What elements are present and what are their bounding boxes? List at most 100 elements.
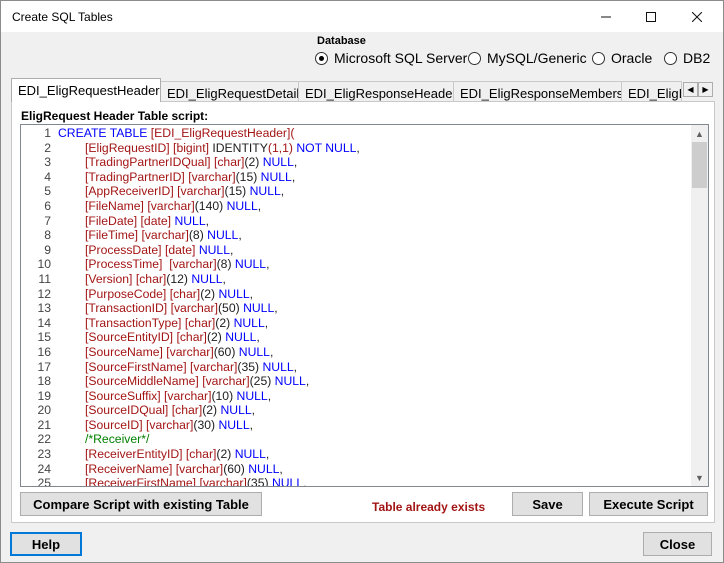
execute-script-button[interactable]: Execute Script bbox=[589, 492, 708, 516]
code-token: NULL bbox=[262, 359, 294, 374]
line-number: 6 bbox=[44, 198, 51, 213]
line-number: 17 bbox=[37, 359, 51, 374]
code-token: , bbox=[291, 169, 296, 184]
code-token: [varchar] bbox=[147, 198, 195, 213]
code-token: [ReceiverName] bbox=[85, 461, 176, 476]
tab-elig-response-header[interactable]: EDI_EligResponseHeader bbox=[298, 81, 454, 102]
code-token: , bbox=[279, 461, 283, 476]
tab-scroll-right-button[interactable]: ▶ bbox=[698, 82, 713, 97]
code-token: [char] bbox=[176, 330, 207, 345]
code-line: 20 [SourceIDQual] [char](2) NULL, bbox=[21, 403, 693, 418]
code-token: [char] bbox=[171, 403, 203, 418]
code-token: (10) bbox=[211, 388, 237, 403]
editor-scrollbar[interactable]: ▲ ▼ bbox=[691, 125, 708, 486]
code-line: 7 [FileDate] [date] NULL, bbox=[21, 214, 693, 229]
code-token: [char] bbox=[213, 155, 245, 170]
line-number: 22 bbox=[37, 432, 51, 447]
code-token: (8) bbox=[188, 228, 208, 243]
code-token: (12) bbox=[166, 271, 192, 286]
code-token: (50) bbox=[218, 301, 244, 316]
script-label: EligRequest Header Table script: bbox=[21, 109, 209, 123]
code-token: [ReceiverFirstName] bbox=[85, 476, 200, 487]
line-number: 7 bbox=[44, 213, 51, 228]
code-token: , bbox=[305, 374, 310, 389]
code-text: [EligRequestID] [bigint] IDENTITY(1,1) N… bbox=[85, 141, 360, 156]
scroll-down-icon[interactable]: ▼ bbox=[691, 469, 708, 486]
tab-elig-request-detail[interactable]: EDI_EligRequestDetail bbox=[160, 81, 299, 102]
code-text: [ProcessTime] [varchar](8) NULL, bbox=[85, 257, 269, 272]
line-number: 10 bbox=[37, 257, 51, 272]
code-text: [TradingPartnerID] [varchar](15) NULL, bbox=[85, 170, 295, 185]
code-line: 13 [TransactionID] [varchar](50) NULL, bbox=[21, 301, 693, 316]
radio-oracle[interactable]: Oracle bbox=[592, 50, 652, 66]
code-line: 12 [PurposeCode] [char](2) NULL, bbox=[21, 287, 693, 302]
code-token: [TradingPartnerIDQual] bbox=[85, 155, 214, 170]
close-button[interactable]: Close bbox=[643, 532, 712, 556]
code-token: , bbox=[238, 228, 242, 243]
script-editor[interactable]: 1 CREATE TABLE [EDI_EligRequestHeader](2[… bbox=[20, 124, 709, 487]
radio-db2[interactable]: DB2 bbox=[664, 50, 710, 66]
code-text: /*Receiver*/ bbox=[85, 432, 149, 447]
code-token: [char] bbox=[185, 447, 217, 462]
compare-script-button[interactable]: Compare Script with existing Table bbox=[20, 492, 262, 516]
radio-mssql-label: Microsoft SQL Server bbox=[334, 50, 468, 66]
code-token: (60) bbox=[223, 461, 249, 476]
code-token: [char] bbox=[169, 286, 201, 301]
line-number: 8 bbox=[44, 228, 51, 243]
code-token: [char] bbox=[135, 271, 167, 286]
code-token: NULL bbox=[238, 344, 270, 359]
code-text: [TransactionType] [char](2) NULL, bbox=[85, 316, 268, 331]
code-token: [SourceSuffix] bbox=[85, 388, 165, 403]
code-token: [FileTime] bbox=[85, 228, 142, 243]
radio-mssql[interactable]: Microsoft SQL Server bbox=[315, 50, 467, 66]
code-text: [PurposeCode] [char](2) NULL, bbox=[85, 287, 253, 302]
line-number: 2 bbox=[44, 140, 51, 155]
tab-elig-partial[interactable]: EDI_EligI bbox=[621, 81, 682, 102]
close-window-button[interactable] bbox=[674, 1, 720, 32]
code-token: [varchar] bbox=[188, 169, 236, 184]
code-line: 21 [SourceID] [varchar](30) NULL, bbox=[21, 418, 693, 433]
code-token: [SourceID] bbox=[85, 417, 146, 432]
code-area[interactable]: 1 CREATE TABLE [EDI_EligRequestHeader](2[… bbox=[21, 126, 693, 487]
code-token: NOT NULL bbox=[296, 140, 357, 155]
help-button[interactable]: Help bbox=[10, 532, 82, 556]
minimize-icon bbox=[601, 16, 611, 17]
tab-elig-response-members[interactable]: EDI_EligResponseMembers bbox=[453, 81, 622, 102]
code-token: NULL bbox=[218, 417, 250, 432]
code-token: , bbox=[269, 344, 274, 359]
code-line: 17 [SourceFirstName] [varchar](35) NULL, bbox=[21, 360, 693, 375]
code-token: NULL bbox=[226, 198, 258, 213]
table-tabs: EDI_EligRequestHeader EDI_EligRequestDet… bbox=[11, 78, 715, 102]
code-text: [SourceEntityID] [char](2) NULL, bbox=[85, 330, 260, 345]
code-token: [ProcessTime] bbox=[85, 257, 170, 272]
code-token: [ReceiverEntityID] bbox=[85, 447, 186, 462]
minimize-button[interactable] bbox=[583, 1, 629, 32]
tab-elig-request-header[interactable]: EDI_EligRequestHeader bbox=[11, 78, 161, 102]
code-text: [ReceiverFirstName] [varchar](35) NULL, bbox=[85, 476, 307, 487]
code-text: [SourceFirstName] [varchar](35) NULL, bbox=[85, 360, 297, 375]
code-token: NULL bbox=[218, 286, 250, 301]
code-token: NULL bbox=[271, 476, 304, 487]
database-group: Database Microsoft SQL Server MySQL/Gene… bbox=[311, 35, 715, 69]
code-token: NULL bbox=[248, 461, 280, 476]
code-token: , bbox=[280, 184, 285, 199]
code-token: [varchar] bbox=[170, 301, 218, 316]
code-token: , bbox=[293, 155, 298, 170]
scroll-thumb[interactable] bbox=[692, 142, 707, 188]
code-text: [AppReceiverID] [varchar](15) NULL, bbox=[85, 184, 284, 199]
code-text: [Version] [char](12) NULL, bbox=[85, 272, 226, 287]
line-number: 18 bbox=[37, 374, 51, 389]
scroll-up-icon[interactable]: ▲ bbox=[691, 125, 708, 142]
code-token: , bbox=[356, 140, 360, 155]
save-button[interactable]: Save bbox=[512, 492, 583, 516]
code-line: 2 [EligRequestID] [bigint] IDENTITY(1,1) … bbox=[21, 141, 693, 156]
tab-scroll-left-button[interactable]: ◀ bbox=[683, 82, 698, 97]
code-line: 15 [SourceEntityID] [char](2) NULL, bbox=[21, 330, 693, 345]
radio-mysql[interactable]: MySQL/Generic bbox=[468, 50, 587, 66]
line-number: 15 bbox=[37, 330, 51, 345]
maximize-button[interactable] bbox=[628, 1, 674, 32]
code-text: [SourceID] [varchar](30) NULL, bbox=[85, 418, 253, 433]
code-text: [FileDate] [date] NULL, bbox=[85, 214, 209, 229]
code-token: , bbox=[249, 417, 254, 432]
code-token: , bbox=[265, 447, 270, 462]
